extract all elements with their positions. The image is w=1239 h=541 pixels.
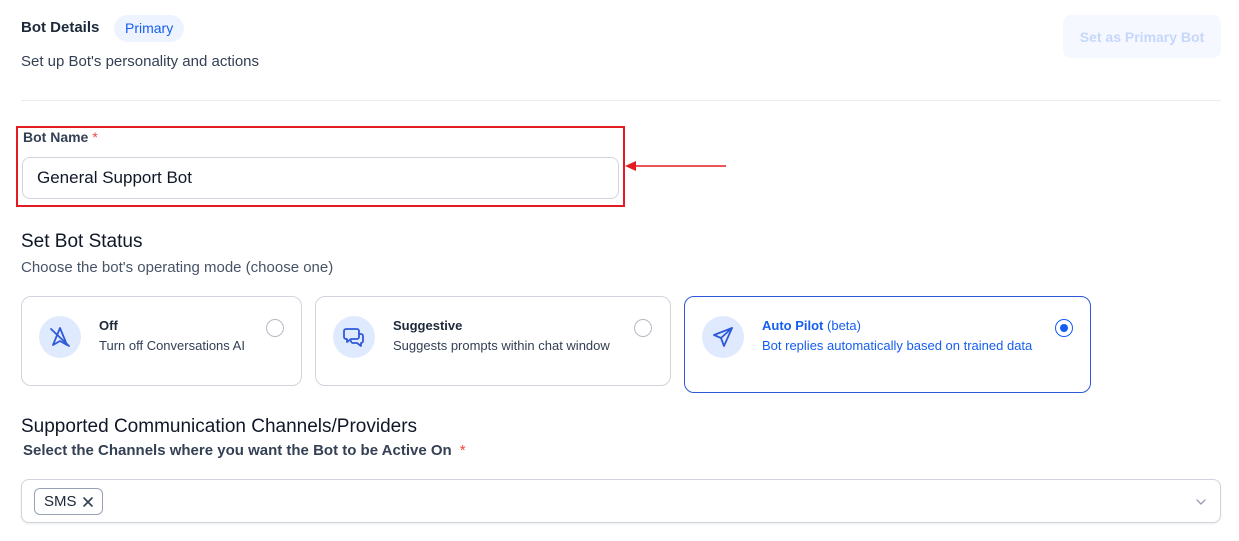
bot-details-page: Bot Details Primary Set up Bot's persona… [0,0,1239,541]
channels-label-text: Select the Channels where you want the B… [23,442,452,459]
status-option-title: Suggestive [393,318,463,333]
status-option-off[interactable]: Off Turn off Conversations AI [21,296,302,386]
beta-tag: (beta) [827,318,861,333]
channel-chip-label: SMS [44,493,77,510]
page-subtitle: Set up Bot's personality and actions [21,53,260,70]
status-radio-auto-pilot[interactable] [1055,319,1073,337]
channel-chip-sms: SMS [34,488,103,515]
page-title: Bot Details [21,19,100,36]
bot-name-input[interactable] [22,157,619,199]
bot-status-title: Set Bot Status [21,231,143,252]
required-marker: * [459,442,466,459]
status-option-auto-pilot[interactable]: Auto Pilot (beta) Bot replies automatica… [684,296,1091,393]
status-option-title-text: Auto Pilot [762,318,824,333]
required-marker: * [92,129,98,145]
paper-plane-icon [702,316,744,358]
status-option-description: Suggests prompts within chat window [393,338,610,353]
bot-name-label-text: Bot Name [23,129,89,145]
chat-bubbles-icon [333,316,375,358]
status-option-description: Bot replies automatically based on train… [762,338,1033,353]
status-option-title: Auto Pilot (beta) [762,318,861,333]
status-option-suggestive[interactable]: Suggestive Suggests prompts within chat … [315,296,671,386]
bot-status-subtitle: Choose the bot's operating mode (choose … [21,259,334,276]
bot-name-label: Bot Name * [23,129,98,145]
channels-title: Supported Communication Channels/Provide… [21,416,418,437]
status-option-description: Turn off Conversations AI [99,338,245,353]
channels-label: Select the Channels where you want the B… [23,443,466,459]
header-divider [21,100,1221,101]
set-primary-bot-button[interactable]: Set as Primary Bot [1063,15,1221,58]
channels-select[interactable]: SMS [21,479,1221,523]
status-radio-suggestive[interactable] [634,319,652,337]
primary-badge: Primary [114,15,185,42]
robot-off-icon [39,316,81,358]
annotation-arrow-icon [625,161,726,171]
remove-chip-icon[interactable] [81,495,95,509]
chevron-down-icon[interactable] [1194,495,1208,509]
status-radio-off[interactable] [266,319,284,337]
status-option-title: Off [99,318,118,333]
